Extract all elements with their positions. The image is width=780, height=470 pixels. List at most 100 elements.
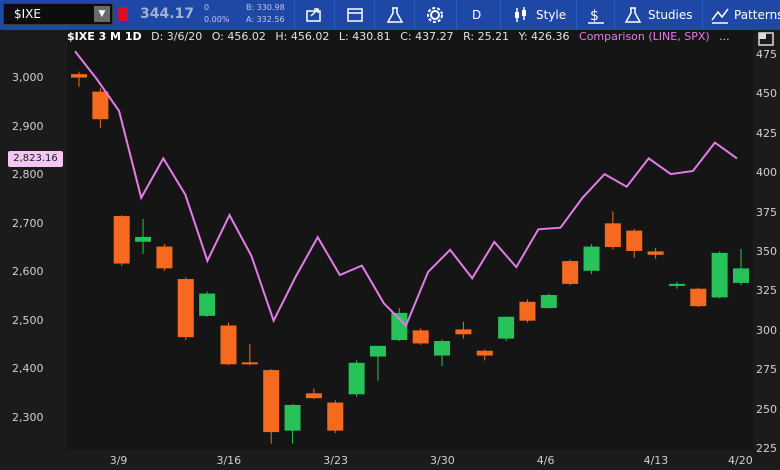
candle-body[interactable] <box>327 402 344 431</box>
toolbar-divider <box>414 0 415 30</box>
price-chart[interactable] <box>67 48 753 450</box>
right-axis-tick: 425 <box>756 126 777 140</box>
candle-body[interactable] <box>199 293 216 316</box>
candle-body[interactable] <box>369 345 386 357</box>
right-axis-tick: 400 <box>756 166 777 180</box>
candle-body[interactable] <box>241 362 258 365</box>
candle-body[interactable] <box>647 251 664 255</box>
right-axis-tick: 450 <box>756 87 777 101</box>
bid-price: B: 330.98 <box>246 3 285 12</box>
candle-body[interactable] <box>455 329 472 335</box>
right-axis-tick: 300 <box>756 323 777 337</box>
toolbar-divider <box>374 0 375 30</box>
flask-icon[interactable] <box>382 4 408 26</box>
studies-menu[interactable]: Studies <box>648 8 693 22</box>
candle-body[interactable] <box>305 393 322 399</box>
left-axis-tick: 2,500 <box>12 313 44 327</box>
x-axis-tick: 3/30 <box>430 454 455 467</box>
x-axis-tick: 3/16 <box>216 454 242 467</box>
header-close: C: 437.27 <box>400 30 454 43</box>
header-range: R: 25.21 <box>463 30 510 43</box>
left-axis-tick: 2,300 <box>12 410 44 424</box>
toolbar: $IXE ▼ 344.17 0 0.00% B: 330.98 A: 332.5… <box>0 0 780 30</box>
last-price: 344.17 <box>140 6 195 22</box>
candle-body[interactable] <box>540 295 557 309</box>
candle-body[interactable] <box>156 246 173 269</box>
candle-body[interactable] <box>733 268 749 283</box>
candle-body[interactable] <box>348 362 365 395</box>
candle-body[interactable] <box>412 330 429 344</box>
candle-body[interactable] <box>284 404 301 431</box>
header-high: H: 456.02 <box>275 30 330 43</box>
symbol-selector[interactable]: $IXE ▼ <box>3 3 113 25</box>
candle-body[interactable] <box>71 74 87 78</box>
left-axis-tick: 2,900 <box>12 119 44 133</box>
alert-icon[interactable] <box>118 7 128 21</box>
candle-body[interactable] <box>135 236 152 242</box>
right-axis-tick: 375 <box>756 205 777 219</box>
current-price-tag: 2,823.16 <box>8 151 63 167</box>
ask-price: A: 332.56 <box>246 15 285 24</box>
comparison-line[interactable] <box>74 50 738 328</box>
gear-icon[interactable] <box>422 4 448 26</box>
toolbar-divider <box>456 0 457 30</box>
aggregation-button[interactable]: D <box>472 8 481 22</box>
candle-body[interactable] <box>562 261 579 284</box>
more-menu[interactable]: ... <box>719 30 730 43</box>
left-axis-tick: 2,800 <box>12 168 44 182</box>
x-axis-tick: 3/9 <box>109 454 128 467</box>
candle-body[interactable] <box>668 283 685 286</box>
left-axis-tick: 2,400 <box>12 362 44 376</box>
left-axis-tick: 3,000 <box>12 71 44 85</box>
candle-body[interactable] <box>434 341 451 356</box>
toolbar-divider <box>576 0 577 30</box>
right-axis-tick: 325 <box>756 284 777 298</box>
candles-icon[interactable] <box>508 4 534 26</box>
left-axis-tick: 2,700 <box>12 216 44 230</box>
candle-body[interactable] <box>583 246 600 271</box>
patterns-menu[interactable]: Patterns <box>734 8 780 22</box>
left-price-axis <box>0 30 67 470</box>
candle-body[interactable] <box>263 370 280 433</box>
toolbar-divider <box>294 0 295 30</box>
x-axis-tick: 4/6 <box>536 454 555 467</box>
dollar-chart-icon[interactable]: $ <box>584 4 610 26</box>
candle-body[interactable] <box>476 350 493 356</box>
candle-body[interactable] <box>220 325 237 365</box>
toolbar-divider <box>614 0 615 30</box>
style-menu[interactable]: Style <box>536 8 566 22</box>
chart-canvas[interactable] <box>67 48 753 450</box>
candle-body[interactable] <box>519 301 536 321</box>
share-icon[interactable] <box>301 4 327 26</box>
svg-text:$: $ <box>590 8 599 24</box>
patterns-icon[interactable] <box>708 4 734 26</box>
candle-body[interactable] <box>626 230 643 251</box>
grid-icon[interactable] <box>342 4 368 26</box>
right-axis-tick: 275 <box>756 363 777 377</box>
header-low: L: 430.81 <box>338 30 391 43</box>
toolbar-divider <box>500 0 501 30</box>
left-axis-tick: 2,600 <box>12 265 44 279</box>
toolbar-divider <box>334 0 335 30</box>
candle-body[interactable] <box>177 279 194 338</box>
candle-body[interactable] <box>92 91 109 120</box>
right-axis-tick: 475 <box>756 47 777 61</box>
candle-body[interactable] <box>498 316 515 339</box>
right-axis-tick: 250 <box>756 402 777 416</box>
comparison-label[interactable]: Comparison (LINE, SPX) <box>579 30 710 43</box>
chart-title: $IXE 3 M 1D <box>67 30 142 43</box>
candle-body[interactable] <box>604 223 621 248</box>
header-open: O: 456.02 <box>211 30 266 43</box>
right-axis-tick: 225 <box>756 442 777 455</box>
symbol-text: $IXE <box>14 7 41 21</box>
candle-body[interactable] <box>711 252 728 298</box>
x-axis-tick: 4/20 <box>728 454 753 467</box>
chevron-down-icon[interactable]: ▼ <box>94 6 110 22</box>
candle-body[interactable] <box>690 288 707 307</box>
candle-body[interactable] <box>391 312 408 341</box>
right-axis-tick: 350 <box>756 244 777 258</box>
candle-body[interactable] <box>113 216 130 264</box>
change-pct: 0.00% <box>204 15 230 24</box>
change-abs: 0 <box>204 3 210 12</box>
studies-flask-icon[interactable] <box>620 4 646 26</box>
